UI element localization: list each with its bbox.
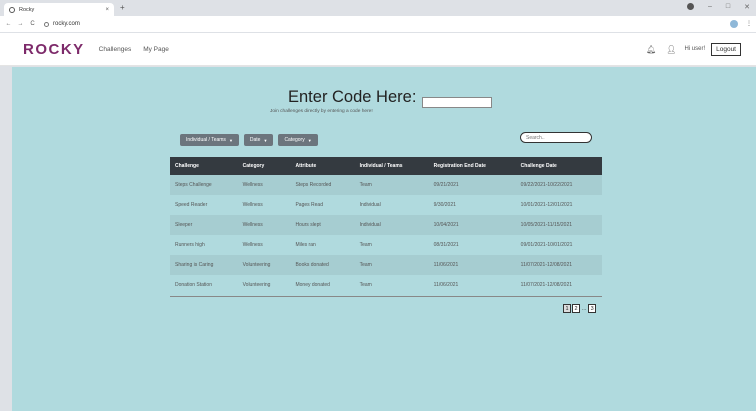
page-button-3[interactable]: 3 [588,304,597,313]
table-cell: 11/07/2021-12/08/2021 [520,282,573,288]
caret-down-icon: ▼ [307,137,312,143]
table-header-row: Challenge Category Attribute Individual … [170,157,602,175]
profile-icon[interactable] [686,3,694,10]
page-button-2[interactable]: 2 [572,304,580,313]
url-field[interactable]: rocky.com [53,21,730,27]
table-cell: Individual [359,222,381,228]
browser-tabstrip: Rocky × + – □ ✕ [0,0,756,16]
column-header[interactable]: Challenge [170,157,238,175]
table-cell: Steps Recorded [295,182,332,188]
globe-icon [9,6,15,13]
app-navbar: ROCKY Challenges My Page 🔔︎ 👤︎ Hi user! … [0,33,756,66]
browser-tab[interactable]: Rocky × [4,3,114,16]
filter-date-dropdown[interactable]: Date ▼ [243,134,274,146]
main-content: Enter Code Here: Join challenges directl… [12,67,756,411]
maximize-icon[interactable]: □ [726,3,730,11]
table-cell: Steps Challenge [175,182,212,188]
table-cell: Runners high [175,242,205,248]
column-header[interactable]: Individual / Teams [355,157,429,175]
table-cell: 09/01/2021-10/01/2021 [520,242,573,248]
column-header[interactable]: Challenge Date [516,157,602,175]
table-cell: 10/04/2021 [433,222,459,228]
table-cell: Hours slept [295,222,321,228]
table-cell: Pages Read [295,202,323,208]
bell-icon[interactable]: 🔔︎ [646,45,656,54]
table-cell: Team [359,282,372,288]
table-cell: Miles ran [295,242,316,248]
site-info-icon[interactable] [44,21,49,27]
filter-category-dropdown[interactable]: Category ▼ [278,134,318,146]
brand-logo[interactable]: ROCKY [23,41,85,58]
filter-bar: Individual / Teams ▼ Date ▼ Category ▼ [180,134,318,146]
table-cell: 09/21/2021 [433,182,459,188]
table-cell: Sharing is Caring [175,262,214,268]
table-cell: Volunteering [242,282,271,288]
tab-title: Rocky [19,6,35,13]
table-cell: Speed Reader [175,202,208,208]
column-header[interactable]: Category [238,157,291,175]
table-cell: Volunteering [242,262,271,268]
table-cell: 11/06/2021 [433,282,459,288]
page-title: Enter Code Here: [288,88,417,106]
code-input[interactable] [422,97,492,108]
table-cell: 10/01/2021-12/01/2021 [520,202,573,208]
table-row[interactable]: Donation Station Volunteering Money dona… [170,275,602,295]
table-cell: Wellness [242,182,263,188]
table-row[interactable]: Runners high Wellness Miles ran Team 08/… [170,235,602,255]
table-cell: Team [359,262,372,268]
table-cell: Individual [359,202,381,208]
pagination: 1 2 ... 3 [563,304,597,313]
table-cell: 11/07/2021-12/08/2021 [520,262,573,268]
nav-link-my-page[interactable]: My Page [143,46,169,53]
filter-individual-teams-dropdown[interactable]: Individual / Teams ▼ [180,134,239,146]
caret-down-icon: ▼ [263,137,268,143]
table-cell: Wellness [242,242,263,248]
column-header[interactable]: Registration End Date [429,157,516,175]
table-cell: Wellness [242,222,263,228]
table-cell: 08/31/2021 [433,242,459,248]
caret-down-icon: ▼ [228,137,233,143]
table-row[interactable]: Sharing is Caring Volunteering Books don… [170,255,602,275]
table-cell: Team [359,182,372,188]
table-row[interactable]: Steps Challenge Wellness Steps Recorded … [170,175,602,195]
challenges-table: Challenge Category Attribute Individual … [170,157,602,295]
table-cell: 9/30/2021 [433,202,456,208]
table-cell: Sleeper [175,222,193,228]
forward-icon[interactable]: → [16,21,25,27]
page-button-1[interactable]: 1 [563,304,571,313]
table-cell: 11/06/2021 [433,262,459,268]
page-subtitle: Join challenges directly by entering a c… [270,109,373,114]
address-bar: ← → C rocky.com ⋮ [0,16,756,32]
nav-link-challenges[interactable]: Challenges [99,46,132,53]
close-window-icon[interactable]: ✕ [744,3,750,11]
table-cell: 09/22/2021-10/22/2021 [520,182,573,188]
table-row[interactable]: Sleeper Wellness Hours slept Individual … [170,215,602,235]
minimize-icon[interactable]: – [708,3,712,11]
user-greeting: Hi user! [684,46,706,52]
back-icon[interactable]: ← [4,21,13,27]
new-tab-button[interactable]: + [120,3,125,12]
pagination-ellipsis: ... [582,305,587,312]
column-header[interactable]: Attribute [290,157,354,175]
menu-icon[interactable]: ⋮ [746,20,752,28]
table-cell: Donation Station [175,282,212,288]
logout-button[interactable]: Logout [711,42,741,56]
extension-icon[interactable] [730,20,738,28]
table-cell: Wellness [242,202,263,208]
table-cell: Team [359,242,372,248]
table-divider [170,296,602,297]
table-cell: Money donated [295,282,330,288]
table-cell: Books donated [295,262,329,268]
table-row[interactable]: Speed Reader Wellness Pages Read Individ… [170,195,602,215]
user-icon[interactable]: 👤︎ [666,45,676,54]
window-controls: – □ ✕ [686,3,750,11]
table-cell: 10/05/2021-11/15/2021 [520,222,573,228]
reload-icon[interactable]: C [28,21,37,27]
close-tab-icon[interactable]: × [105,7,109,13]
search-input[interactable] [520,132,592,143]
